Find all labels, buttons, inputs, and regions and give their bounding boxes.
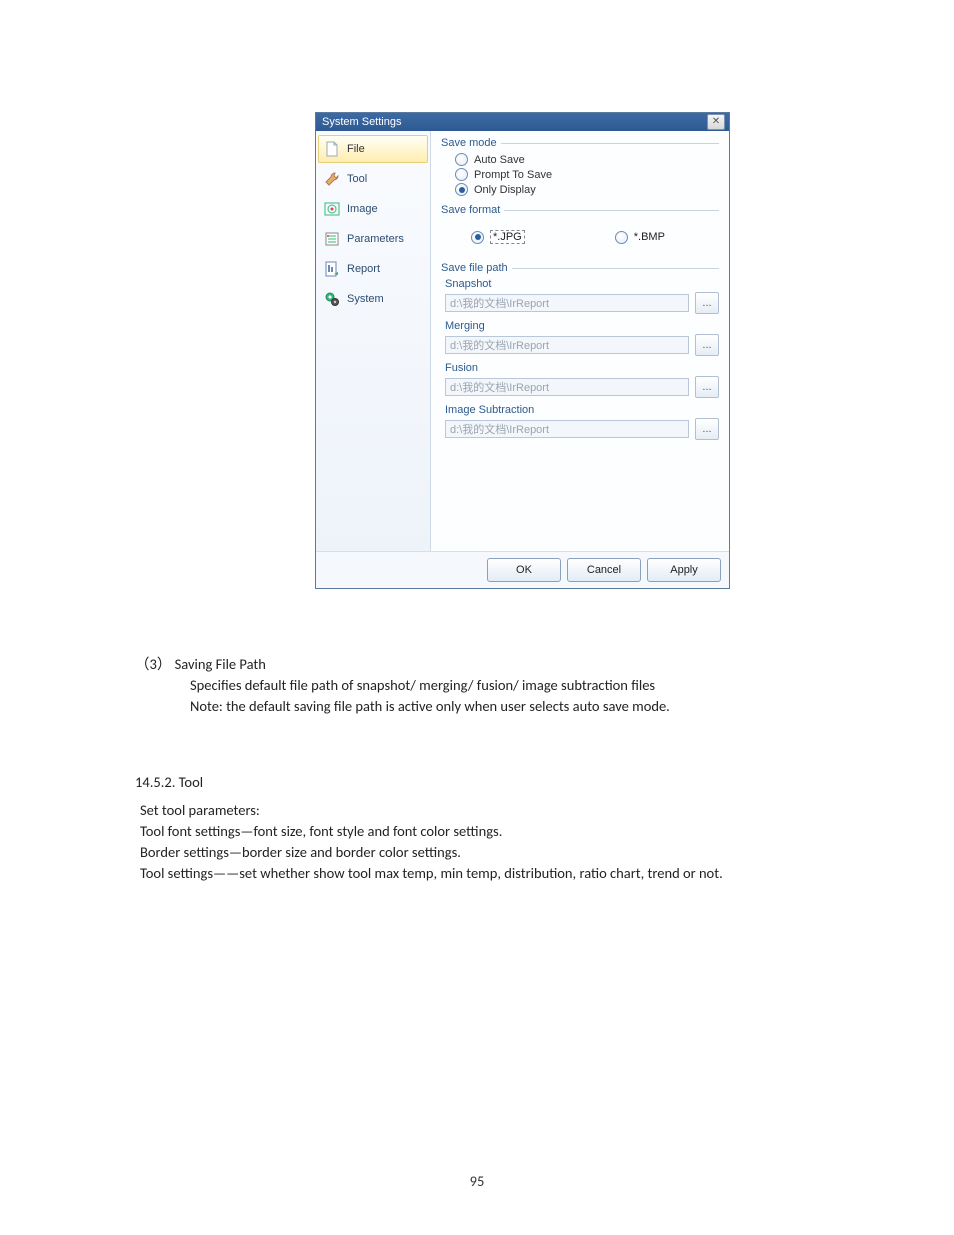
radio-label: *.JPG	[490, 230, 525, 244]
sidebar-item-label: Parameters	[347, 233, 404, 245]
settings-sidebar: File Tool Image	[316, 131, 431, 551]
page-number: 95	[0, 1172, 954, 1190]
merging-path-input[interactable]	[445, 336, 689, 354]
system-settings-dialog: System Settings ✕ File Tool	[315, 112, 730, 589]
merging-browse-button[interactable]: ...	[695, 334, 719, 356]
fusion-browse-button[interactable]: ...	[695, 376, 719, 398]
doc-item-3: （3） Saving File Path Specifies default f…	[135, 654, 835, 717]
group-title: Save file path	[441, 262, 719, 274]
sidebar-item-label: System	[347, 293, 384, 305]
radio-icon	[455, 168, 468, 181]
save-format-group: Save format *.JPG *.BMP	[441, 204, 719, 254]
sidebar-item-parameters[interactable]: Parameters	[318, 225, 428, 253]
sidebar-item-label: File	[347, 143, 365, 155]
radio-icon	[615, 231, 628, 244]
image-icon	[323, 200, 341, 218]
image-subtraction-browse-button[interactable]: ...	[695, 418, 719, 440]
titlebar: System Settings ✕	[316, 113, 729, 131]
merging-label: Merging	[441, 320, 719, 332]
radio-icon	[455, 153, 468, 166]
sidebar-item-image[interactable]: Image	[318, 195, 428, 223]
save-mode-group: Save mode Auto Save Prompt To Save Only …	[441, 137, 719, 196]
sidebar-item-label: Tool	[347, 173, 367, 185]
parameters-icon	[323, 230, 341, 248]
tool-icon	[323, 170, 341, 188]
save-file-path-group: Save file path Snapshot ... Merging ... …	[441, 262, 719, 440]
dialog-footer: OK Cancel Apply	[316, 551, 729, 588]
cancel-button[interactable]: Cancel	[567, 558, 641, 582]
radio-auto-save[interactable]: Auto Save	[441, 153, 719, 166]
system-icon	[323, 290, 341, 308]
file-icon	[323, 140, 341, 158]
doc-item-number: （3）	[135, 655, 171, 673]
fusion-label: Fusion	[441, 362, 719, 374]
snapshot-path-input[interactable]	[445, 294, 689, 312]
file-settings-panel: Save mode Auto Save Prompt To Save Only …	[431, 131, 729, 551]
doc-text: Specifies default file path of snapshot/…	[135, 675, 835, 696]
snapshot-browse-button[interactable]: ...	[695, 292, 719, 314]
radio-label: Prompt To Save	[474, 169, 552, 181]
radio-label: Only Display	[474, 184, 536, 196]
window-title: System Settings	[322, 116, 401, 128]
group-title: Save format	[441, 204, 719, 216]
group-title: Save mode	[441, 137, 719, 149]
radio-only-display[interactable]: Only Display	[441, 183, 719, 196]
sidebar-item-file[interactable]: File	[318, 135, 428, 163]
doc-text: Tool settings——set whether show tool max…	[140, 863, 840, 884]
doc-text: Set tool parameters:	[140, 800, 840, 821]
sidebar-item-report[interactable]: Report	[318, 255, 428, 283]
sidebar-item-tool[interactable]: Tool	[318, 165, 428, 193]
doc-heading-1452: 14.5.2. Tool	[135, 772, 835, 793]
sidebar-item-label: Report	[347, 263, 380, 275]
doc-text: Note: the default saving file path is ac…	[135, 696, 835, 717]
apply-button[interactable]: Apply	[647, 558, 721, 582]
doc-text: Border settings—border size and border c…	[140, 842, 840, 863]
radio-format-bmp[interactable]: *.BMP	[615, 231, 665, 244]
radio-icon	[471, 231, 484, 244]
close-button[interactable]: ✕	[707, 114, 725, 130]
image-subtraction-path-input[interactable]	[445, 420, 689, 438]
radio-prompt-to-save[interactable]: Prompt To Save	[441, 168, 719, 181]
doc-tool-description: Set tool parameters: Tool font settings—…	[140, 800, 840, 884]
dialog-body: File Tool Image	[316, 131, 729, 551]
snapshot-label: Snapshot	[441, 278, 719, 290]
sidebar-item-label: Image	[347, 203, 378, 215]
close-icon: ✕	[712, 117, 720, 127]
radio-label: Auto Save	[474, 154, 525, 166]
radio-label: *.BMP	[634, 231, 665, 243]
radio-icon	[455, 183, 468, 196]
report-icon	[323, 260, 341, 278]
sidebar-item-system[interactable]: System	[318, 285, 428, 313]
image-subtraction-label: Image Subtraction	[441, 404, 719, 416]
radio-format-jpg[interactable]: *.JPG	[471, 230, 525, 244]
fusion-path-input[interactable]	[445, 378, 689, 396]
heading-text: 14.5.2. Tool	[135, 772, 835, 793]
doc-item-title: Saving File Path	[175, 655, 266, 673]
ok-button[interactable]: OK	[487, 558, 561, 582]
doc-text: Tool font settings—font size, font style…	[140, 821, 840, 842]
